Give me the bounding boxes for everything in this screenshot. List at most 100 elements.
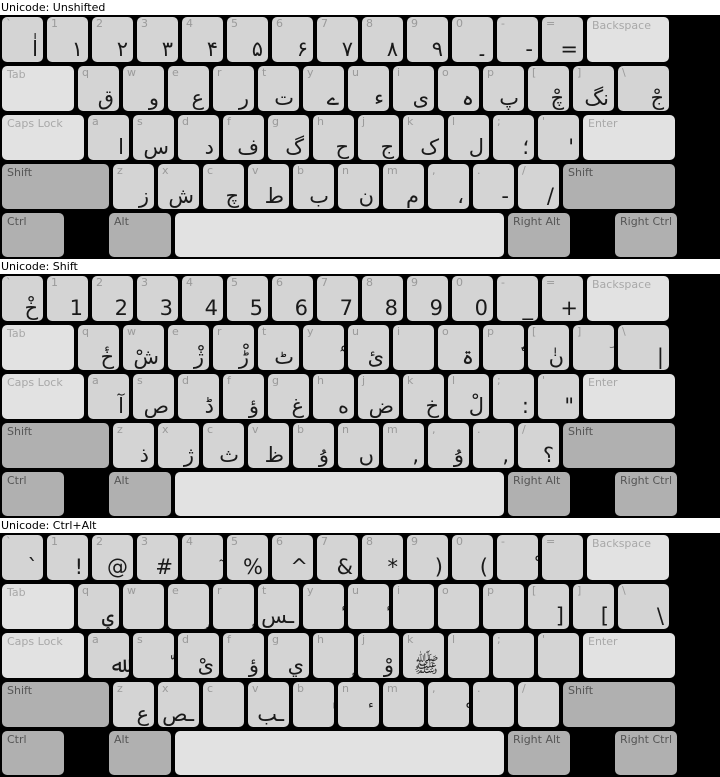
key-m[interactable]: m (383, 682, 424, 727)
key-f[interactable]: fؤ (223, 633, 264, 678)
key-period[interactable]: ., (473, 423, 514, 468)
key-bracketleft[interactable]: [نٰ (528, 325, 569, 370)
key-e[interactable]: eٟ (168, 584, 209, 629)
key-r[interactable]: rر (213, 66, 254, 111)
key-s[interactable]: sّ (133, 633, 174, 678)
key-bracketleft[interactable]: [چْ (528, 66, 569, 111)
key-3[interactable]: 33 (137, 276, 178, 321)
key-ctrl-left[interactable]: Ctrl (2, 213, 64, 257)
key-b[interactable]: bٰ (293, 682, 334, 727)
key-x[interactable]: xش (158, 164, 199, 209)
key-shift-right[interactable]: Shift (563, 423, 675, 468)
key-7[interactable]: 7 & (317, 535, 358, 580)
key-l[interactable]: l (448, 633, 489, 678)
key-1[interactable]: 11 (47, 276, 88, 321)
key-a[interactable]: aﷲ (88, 633, 129, 678)
key-shift-left[interactable]: Shift (2, 164, 109, 209)
key-capslock[interactable]: Caps Lock (2, 115, 84, 160)
key-bracketright[interactable]: ]] (573, 584, 614, 629)
key-tab[interactable]: Tab (2, 325, 74, 370)
key-o[interactable]: oہ (438, 66, 479, 111)
key-r[interactable]: r ڑْ (213, 325, 254, 370)
key-e[interactable]: e ژْ (168, 325, 209, 370)
key-n[interactable]: nٴ (338, 682, 379, 727)
key-g[interactable]: gي (268, 633, 309, 678)
key-semicolon[interactable]: ; (493, 633, 534, 678)
key-y[interactable]: yٔ (303, 584, 344, 629)
key-slash[interactable]: / (518, 682, 559, 727)
key-ctrl-left[interactable]: Ctrl (2, 731, 64, 775)
key-semicolon[interactable]: ;: (493, 374, 534, 419)
key-q[interactable]: qق (78, 66, 119, 111)
key-h[interactable]: hح (313, 115, 354, 160)
key-alt-left[interactable]: Alt (109, 472, 171, 516)
key-2[interactable]: 22 (92, 276, 133, 321)
key-0[interactable]: 0 ۔ (452, 17, 493, 62)
key-o[interactable]: o (438, 584, 479, 629)
key-j[interactable]: j وْ (358, 633, 399, 678)
key-comma[interactable]: , ، (428, 164, 469, 209)
key-p[interactable]: p (483, 584, 524, 629)
key-shift-right[interactable]: Shift (563, 164, 675, 209)
key-ctrl-left[interactable]: Ctrl (2, 472, 64, 516)
key-4[interactable]: 44 (182, 276, 223, 321)
key-equal[interactable]: = = (542, 17, 583, 62)
key-slash[interactable]: / ؟ (518, 423, 559, 468)
key-d[interactable]: dڈ (178, 374, 219, 419)
key-5[interactable]: 55 (227, 276, 268, 321)
key-7[interactable]: 77 (317, 276, 358, 321)
key-slash[interactable]: / / (518, 164, 559, 209)
key-r[interactable]: rٕ (213, 584, 254, 629)
key-2[interactable]: 2 @ (92, 535, 133, 580)
key-9[interactable]: 99 (407, 276, 448, 321)
key-backquote[interactable]: ` اٰ (2, 17, 43, 62)
key-n[interactable]: nں (338, 423, 379, 468)
key-u[interactable]: uئ (348, 325, 389, 370)
key-6[interactable]: 66 (272, 276, 313, 321)
key-v[interactable]: vط (248, 164, 289, 209)
key-comma[interactable]: ,ْ (428, 682, 469, 727)
key-enter[interactable]: Enter (583, 633, 675, 678)
key-o[interactable]: oۃ (438, 325, 479, 370)
key-f[interactable]: fؤ (223, 374, 264, 419)
key-minus[interactable]: - _ (497, 276, 538, 321)
key-n[interactable]: nن (338, 164, 379, 209)
key-s[interactable]: sس (133, 115, 174, 160)
key-capslock[interactable]: Caps Lock (2, 633, 84, 678)
key-v[interactable]: v ـب (248, 682, 289, 727)
key-8[interactable]: 8۸ (362, 17, 403, 62)
key-8[interactable]: 8 * (362, 535, 403, 580)
key-backslash[interactable]: \ جْ (618, 66, 669, 111)
key-j[interactable]: jض (358, 374, 399, 419)
key-tab[interactable]: Tab (2, 66, 74, 111)
key-period[interactable]: .- (473, 164, 514, 209)
key-i[interactable]: i (393, 584, 434, 629)
key-z[interactable]: zذ (113, 423, 154, 468)
key-t[interactable]: tٹ (258, 325, 299, 370)
key-5[interactable]: 5% (227, 535, 268, 580)
key-alt-right[interactable]: Right Alt (508, 472, 570, 516)
key-1[interactable]: 1۱ (47, 17, 88, 62)
key-backspace[interactable]: Backspace (587, 17, 669, 62)
key-shift-left[interactable]: Shift (2, 423, 109, 468)
key-7[interactable]: 7۷ (317, 17, 358, 62)
key-k[interactable]: kک (403, 115, 444, 160)
key-backspace[interactable]: Backspace (587, 276, 669, 321)
key-quote[interactable]: ' " (538, 374, 579, 419)
key-capslock[interactable]: Caps Lock (2, 374, 84, 419)
key-l[interactable]: l لْ (448, 374, 489, 419)
key-w[interactable]: w شْ (123, 325, 164, 370)
key-bracketright[interactable]: ]ؔ (573, 325, 614, 370)
key-d[interactable]: d ىْ (178, 633, 219, 678)
key-k[interactable]: kﷺ (403, 633, 444, 678)
key-shift-left[interactable]: Shift (2, 682, 109, 727)
key-ctrl-right[interactable]: Right Ctrl (615, 472, 677, 516)
key-minus[interactable]: -- (497, 17, 538, 62)
key-space[interactable] (175, 731, 504, 775)
key-m[interactable]: m, (383, 423, 424, 468)
key-bracketleft[interactable]: [[ (528, 584, 569, 629)
key-3[interactable]: 3 # (137, 535, 178, 580)
key-p[interactable]: pٗ (483, 325, 524, 370)
key-backslash[interactable]: \ | (618, 325, 669, 370)
key-9[interactable]: 9( (407, 535, 448, 580)
